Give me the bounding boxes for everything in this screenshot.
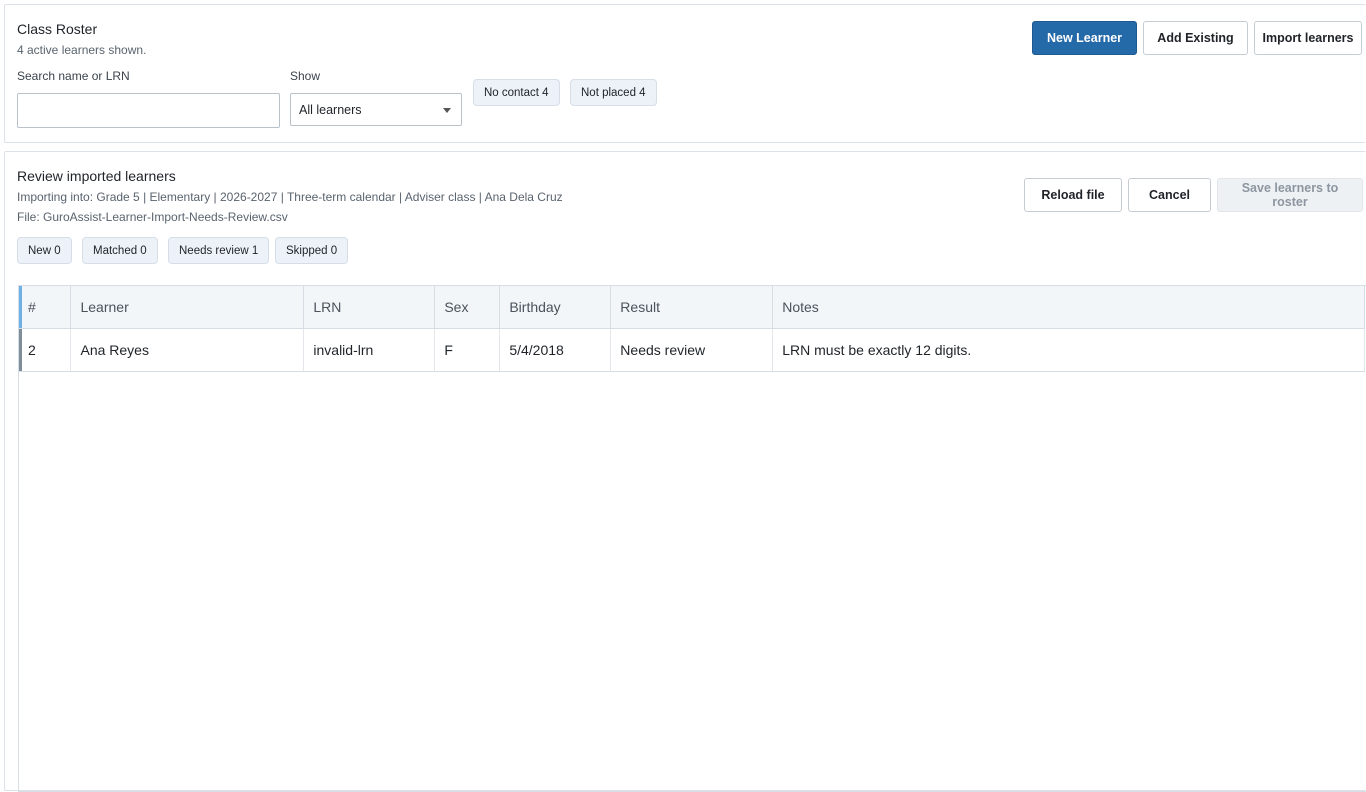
col-header-result[interactable]: Result	[610, 286, 774, 329]
matched-count-chip[interactable]: Matched 0	[82, 237, 158, 264]
import-context: Importing into: Grade 5 | Elementary | 2…	[17, 190, 563, 204]
import-review-title: Review imported learners	[17, 168, 176, 184]
search-input[interactable]	[17, 93, 280, 128]
import-file-name: File: GuroAssist-Learner-Import-Needs-Re…	[17, 210, 288, 224]
roster-subtitle: 4 active learners shown.	[17, 43, 147, 57]
cell-lrn: invalid-lrn	[303, 328, 436, 372]
cell-birthday: 5/4/2018	[499, 328, 612, 372]
cell-learner: Ana Reyes	[70, 328, 305, 372]
table-row[interactable]: 2 Ana Reyes invalid-lrn F 5/4/2018 Needs…	[19, 328, 1365, 372]
reload-file-button[interactable]: Reload file	[1024, 178, 1122, 212]
import-table-container: # Learner LRN Sex Birthday Result Notes …	[18, 285, 1366, 792]
new-count-chip[interactable]: New 0	[17, 237, 72, 264]
import-review-panel: Review imported learners Importing into:…	[4, 151, 1366, 792]
caret-down-icon	[443, 108, 451, 113]
cell-result: Needs review	[610, 328, 774, 372]
save-to-roster-button[interactable]: Save learners to roster	[1217, 178, 1363, 212]
import-table: # Learner LRN Sex Birthday Result Notes …	[19, 286, 1365, 372]
col-header-birthday[interactable]: Birthday	[499, 286, 612, 329]
search-label: Search name or LRN	[17, 69, 130, 83]
table-header-row: # Learner LRN Sex Birthday Result Notes	[19, 286, 1365, 329]
new-learner-button[interactable]: New Learner	[1032, 21, 1137, 55]
needs-review-count-chip[interactable]: Needs review 1	[168, 237, 270, 264]
col-header-learner[interactable]: Learner	[70, 286, 305, 329]
cancel-button[interactable]: Cancel	[1128, 178, 1211, 212]
col-header-lrn[interactable]: LRN	[303, 286, 436, 329]
col-header-num[interactable]: #	[19, 286, 72, 329]
col-header-sex[interactable]: Sex	[434, 286, 501, 329]
show-select-value: All learners	[299, 102, 362, 117]
skipped-count-chip[interactable]: Skipped 0	[275, 237, 349, 264]
cell-num: 2	[19, 328, 72, 372]
no-contact-chip[interactable]: No contact 4	[473, 79, 560, 106]
cell-notes: LRN must be exactly 12 digits.	[772, 328, 1365, 372]
col-header-notes[interactable]: Notes	[772, 286, 1365, 329]
cell-sex: F	[434, 328, 501, 372]
show-label: Show	[290, 69, 321, 83]
class-roster-panel: Class Roster 4 active learners shown. Se…	[4, 4, 1366, 143]
show-select[interactable]: All learners	[290, 93, 462, 126]
not-placed-chip[interactable]: Not placed 4	[570, 79, 657, 106]
roster-title: Class Roster	[17, 21, 98, 37]
add-existing-button[interactable]: Add Existing	[1143, 21, 1248, 55]
import-learners-button[interactable]: Import learners	[1254, 21, 1362, 55]
